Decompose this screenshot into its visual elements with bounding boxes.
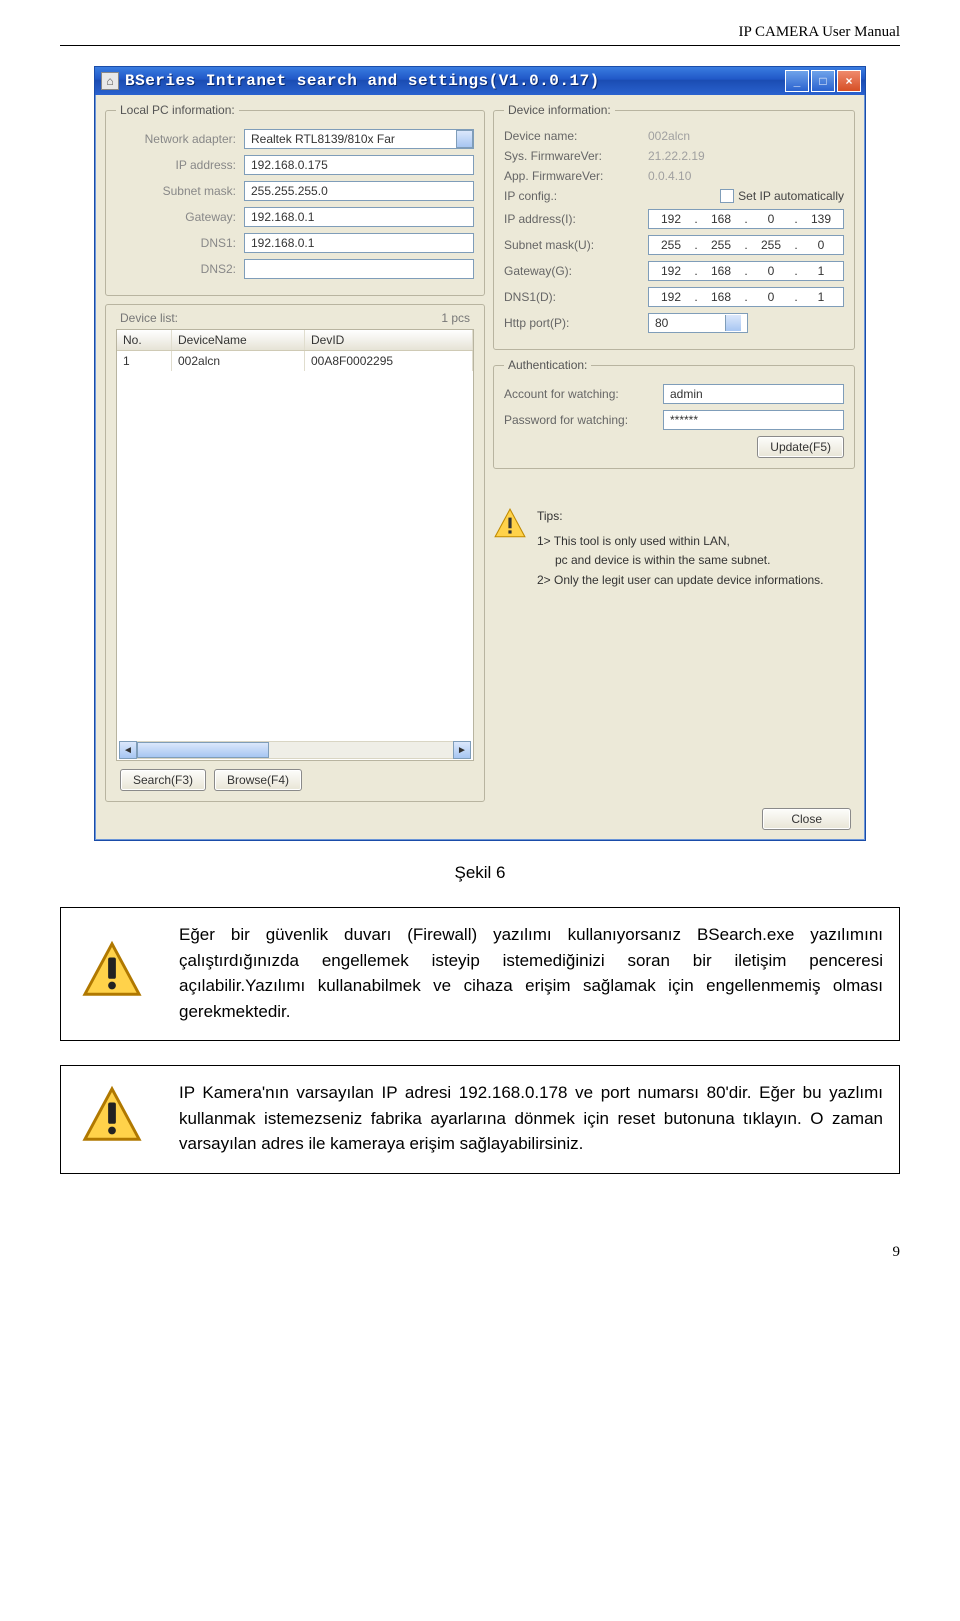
local-pc-group: Local PC information: Network adapter: R… <box>105 103 485 296</box>
tips-heading: Tips: <box>537 507 824 526</box>
browse-button[interactable]: Browse(F4) <box>214 769 302 791</box>
dev-dns1-input[interactable]: 192. 168. 0. 1 <box>648 287 844 307</box>
setauto-checkbox[interactable]: Set IP automatically <box>720 189 844 203</box>
account-input[interactable]: admin <box>663 384 844 404</box>
adapter-select[interactable]: Realtek RTL8139/810x Far <box>244 129 474 149</box>
page-header: IP CAMERA User Manual <box>60 24 900 46</box>
auth-group: Authentication: Account for watching: ad… <box>493 358 855 469</box>
password-label: Password for watching: <box>504 413 663 427</box>
local-pc-legend: Local PC information: <box>116 103 239 117</box>
tips-line2: pc and device is within the same subnet. <box>537 551 824 570</box>
subnet-input[interactable]: 255.255.255.0 <box>244 181 474 201</box>
auth-legend: Authentication: <box>504 358 591 372</box>
device-info-group: Device information: Device name: 002alcn… <box>493 103 855 350</box>
ip-input[interactable]: 192.168.0.175 <box>244 155 474 175</box>
col-name[interactable]: DeviceName <box>172 330 305 350</box>
close-app-button[interactable]: Close <box>762 808 851 830</box>
figure-caption: Şekil 6 <box>60 863 900 883</box>
device-list-group: Device list: 1 pcs No. DeviceName DevID … <box>105 304 485 802</box>
warning-triangle-icon <box>81 1134 143 1151</box>
warning-text-1: Eğer bir güvenlik duvarı (Firewall) yazı… <box>179 922 883 1024</box>
subnet-label: Subnet mask: <box>116 184 244 198</box>
ipcfg-label: IP config.: <box>504 189 648 203</box>
dev-dns1-label: DNS1(D): <box>504 290 648 304</box>
devname-label: Device name: <box>504 129 648 143</box>
dev-http-label: Http port(P): <box>504 316 648 330</box>
dev-subnet-input[interactable]: 255. 255. 255. 0 <box>648 235 844 255</box>
app-window: ⌂ BSeries Intranet search and settings(V… <box>94 66 866 841</box>
adapter-label: Network adapter: <box>116 132 244 146</box>
col-no[interactable]: No. <box>117 330 172 350</box>
checkbox-icon <box>720 189 734 203</box>
h-scrollbar[interactable]: ◄ ► <box>119 742 471 758</box>
ip-label: IP address: <box>116 158 244 172</box>
account-label: Account for watching: <box>504 387 663 401</box>
warning-icon <box>493 507 527 541</box>
tips-line3: 2> Only the legit user can update device… <box>537 571 824 590</box>
http-port-input[interactable]: 80 <box>648 313 748 333</box>
sysfw-label: Sys. FirmwareVer: <box>504 149 648 163</box>
devname-value: 002alcn <box>648 129 690 143</box>
col-id[interactable]: DevID <box>305 330 473 350</box>
password-input[interactable]: ****** <box>663 410 844 430</box>
device-count: 1 pcs <box>441 311 470 325</box>
gateway-label: Gateway: <box>116 210 244 224</box>
dns1-input[interactable]: 192.168.0.1 <box>244 233 474 253</box>
appfw-label: App. FirmwareVer: <box>504 169 648 183</box>
warning-triangle-icon <box>81 989 143 1006</box>
scroll-thumb[interactable] <box>137 742 269 758</box>
maximize-button[interactable]: □ <box>811 70 835 92</box>
dns2-input[interactable] <box>244 259 474 279</box>
titlebar[interactable]: ⌂ BSeries Intranet search and settings(V… <box>95 67 865 95</box>
scroll-track[interactable] <box>137 741 453 759</box>
close-button[interactable]: × <box>837 70 861 92</box>
device-table[interactable]: No. DeviceName DevID 1 002alcn 00A8F0002… <box>116 329 474 761</box>
scroll-left-icon[interactable]: ◄ <box>119 741 137 759</box>
search-button[interactable]: Search(F3) <box>120 769 206 791</box>
gateway-input[interactable]: 192.168.0.1 <box>244 207 474 227</box>
device-info-legend: Device information: <box>504 103 615 117</box>
dev-ip-label: IP address(I): <box>504 212 648 226</box>
warning-box-1: Eğer bir güvenlik duvarı (Firewall) yazı… <box>60 907 900 1041</box>
update-button[interactable]: Update(F5) <box>757 436 844 458</box>
dns2-label: DNS2: <box>116 262 244 276</box>
sysfw-value: 21.22.2.19 <box>648 149 705 163</box>
table-row[interactable]: 1 002alcn 00A8F0002295 <box>117 351 473 371</box>
dns1-label: DNS1: <box>116 236 244 250</box>
tips-group: Tips: 1> This tool is only used within L… <box>493 507 855 590</box>
window-title: BSeries Intranet search and settings(V1.… <box>125 72 783 90</box>
dev-gateway-input[interactable]: 192. 168. 0. 1 <box>648 261 844 281</box>
scroll-right-icon[interactable]: ► <box>453 741 471 759</box>
app-icon: ⌂ <box>101 72 119 90</box>
dev-gateway-label: Gateway(G): <box>504 264 648 278</box>
minimize-button[interactable]: _ <box>785 70 809 92</box>
dev-subnet-label: Subnet mask(U): <box>504 238 648 252</box>
appfw-value: 0.0.4.10 <box>648 169 691 183</box>
warning-box-2: IP Kamera'nın varsayılan IP adresi 192.1… <box>60 1065 900 1174</box>
dev-ip-input[interactable]: 192. 168. 0. 139 <box>648 209 844 229</box>
page-number: 9 <box>60 1244 900 1261</box>
warning-text-2: IP Kamera'nın varsayılan IP adresi 192.1… <box>179 1080 883 1157</box>
device-list-legend: Device list: <box>120 311 178 325</box>
tips-line1: 1> This tool is only used within LAN, <box>537 532 824 551</box>
